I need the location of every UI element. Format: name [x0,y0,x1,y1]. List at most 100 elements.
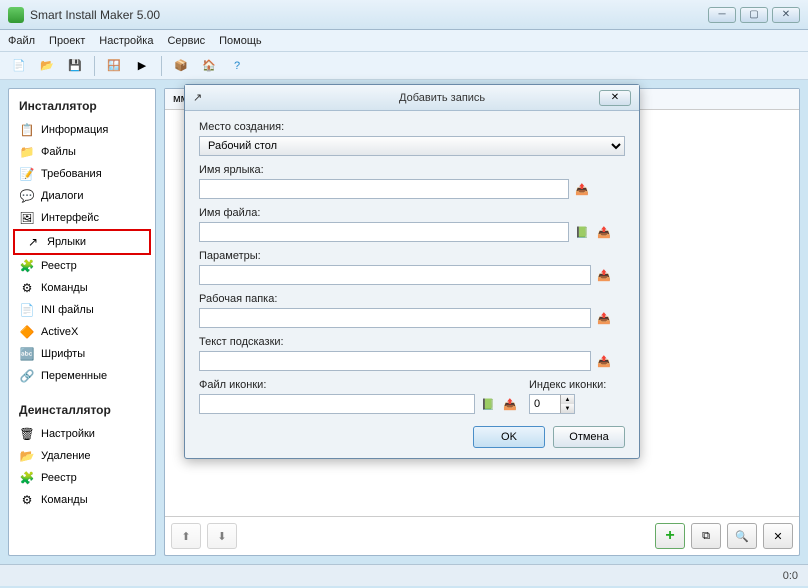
close-window-button[interactable]: ✕ [772,7,800,23]
tooltip-input[interactable] [199,351,591,371]
open-icon[interactable]: 📂 [36,55,58,77]
sidebar-uitem-delete[interactable]: 📂Удаление [9,445,155,467]
commands-icon: ⚙ [19,492,35,508]
commands-icon: ⚙ [19,280,35,296]
settings-icon: 🗑 [19,426,35,442]
pick-file-icon[interactable]: 📗 [479,395,497,413]
shortcut-icon: ↗ [25,234,41,250]
menu-project[interactable]: Проект [49,35,85,47]
checklist-icon: 📝 [19,166,35,182]
sidebar-item-label: Реестр [41,260,77,272]
toolbar: 📄 📂 💾 🪟 ▶ 📦 🏠 ? [0,52,808,80]
sidebar-uitem-settings[interactable]: 🗑Настройки [9,423,155,445]
sidebar-item-label: Диалоги [41,190,84,202]
delete-icon: 📂 [19,448,35,464]
sidebar-item-label: Шрифты [41,348,85,360]
box-icon[interactable]: 📦 [170,55,192,77]
menu-settings[interactable]: Настройка [99,35,153,47]
add-entry-dialog: ↗ Добавить запись ✕ Место создания: Рабо… [184,84,640,459]
spin-down-icon[interactable]: ▼ [560,404,574,413]
save-icon[interactable]: 💾 [64,55,86,77]
new-icon[interactable]: 📄 [8,55,30,77]
sidebar-item-dialogs[interactable]: 💬 Диалоги [9,185,155,207]
dialog-close-button[interactable]: ✕ [599,90,631,106]
params-label: Параметры: [199,250,625,262]
menu-file[interactable]: Файл [8,35,35,47]
move-down-button[interactable]: ⬇ [207,523,237,549]
workdir-input[interactable] [199,308,591,328]
activex-icon: 🔶 [19,324,35,340]
spin-up-icon[interactable]: ▲ [560,395,574,404]
help-icon[interactable]: ? [226,55,248,77]
menu-service[interactable]: Сервис [167,35,205,47]
sidebar-item-info[interactable]: 📋 Информация [9,119,155,141]
browse-icon[interactable]: 📤 [501,395,519,413]
iconindex-label: Индекс иконки: [529,379,606,391]
iconindex-spinner[interactable]: ▲▼ [529,394,575,414]
sidebar-item-label: Переменные [41,370,107,382]
sidebar-item-activex[interactable]: 🔶 ActiveX [9,321,155,343]
sidebar-item-label: Требования [41,168,102,180]
minimize-button[interactable]: ─ [708,7,736,23]
sidebar-item-shortcuts[interactable]: ↗ Ярлыки [13,229,151,255]
iconfile-input[interactable] [199,394,475,414]
copy-button[interactable]: ⧉ [691,523,721,549]
app-logo-icon [8,7,24,23]
shortcut-name-input[interactable] [199,179,569,199]
filename-input[interactable] [199,222,569,242]
sidebar-item-ini[interactable]: 📄 INI файлы [9,299,155,321]
ini-icon: 📄 [19,302,35,318]
sidebar-item-label: Файлы [41,146,76,158]
vars-icon: 🔗 [19,368,35,384]
move-up-button[interactable]: ⬆ [171,523,201,549]
run-icon[interactable]: ▶ [131,55,153,77]
shortcut-icon: ↗ [193,91,393,105]
statusbar: 0:0 [0,564,808,586]
browse-icon[interactable]: 📤 [595,352,613,370]
sidebar-item-registry[interactable]: 🧩Реестр [9,255,155,277]
home-icon[interactable]: 🏠 [198,55,220,77]
sidebar: Инсталлятор 📋Информация 📁Файлы 📝Требован… [8,88,156,556]
sidebar-uitem-registry[interactable]: 🧩Реестр [9,467,155,489]
sidebar-item-variables[interactable]: 🔗 Переменные [9,365,155,387]
browse-icon[interactable]: 📤 [595,266,613,284]
content-toolbar: ⬆ ⬇ + ⧉ 🔍 ✕ [165,516,799,555]
sidebar-item-fonts[interactable]: 🔤Шрифты [9,343,155,365]
sidebar-item-label: Ярлыки [47,236,86,248]
browse-icon[interactable]: 📤 [573,180,591,198]
menu-help[interactable]: Помощь [219,35,262,47]
iconfile-label: Файл иконки: [199,379,519,391]
tooltip-label: Текст подсказки: [199,336,625,348]
sidebar-item-label: ActiveX [41,326,78,338]
browse-icon[interactable]: 📤 [595,309,613,327]
sidebar-item-label: Информация [41,124,108,136]
sidebar-item-commands[interactable]: ⚙Команды [9,277,155,299]
files-icon: 📁 [19,144,35,160]
separator [94,56,95,76]
location-select[interactable]: Рабочий стол [199,136,625,156]
dialog-icon: 💬 [19,188,35,204]
add-button[interactable]: + [655,523,685,549]
remove-button[interactable]: ✕ [763,523,793,549]
window-title: Smart Install Maker 5.00 [30,8,708,22]
workdir-label: Рабочая папка: [199,293,625,305]
window-icon[interactable]: 🪟 [103,55,125,77]
location-label: Место создания: [199,121,625,133]
sidebar-item-interface[interactable]: 🖼Интерфейс [9,207,155,229]
sidebar-item-requirements[interactable]: 📝 Требования [9,163,155,185]
ok-button[interactable]: OK [473,426,545,448]
dialog-titlebar: ↗ Добавить запись ✕ [185,85,639,111]
search-button[interactable]: 🔍 [727,523,757,549]
sidebar-uitem-commands[interactable]: ⚙Команды [9,489,155,511]
pick-file-icon[interactable]: 📗 [573,223,591,241]
sidebar-item-files[interactable]: 📁 Файлы [9,141,155,163]
maximize-button[interactable]: ▢ [740,7,768,23]
params-input[interactable] [199,265,591,285]
filename-label: Имя файла: [199,207,625,219]
cancel-button[interactable]: Отмена [553,426,625,448]
info-icon: 📋 [19,122,35,138]
menubar: Файл Проект Настройка Сервис Помощь [0,30,808,52]
sidebar-item-label: INI файлы [41,304,94,316]
sidebar-item-label: Интерфейс [41,212,99,224]
browse-icon[interactable]: 📤 [595,223,613,241]
